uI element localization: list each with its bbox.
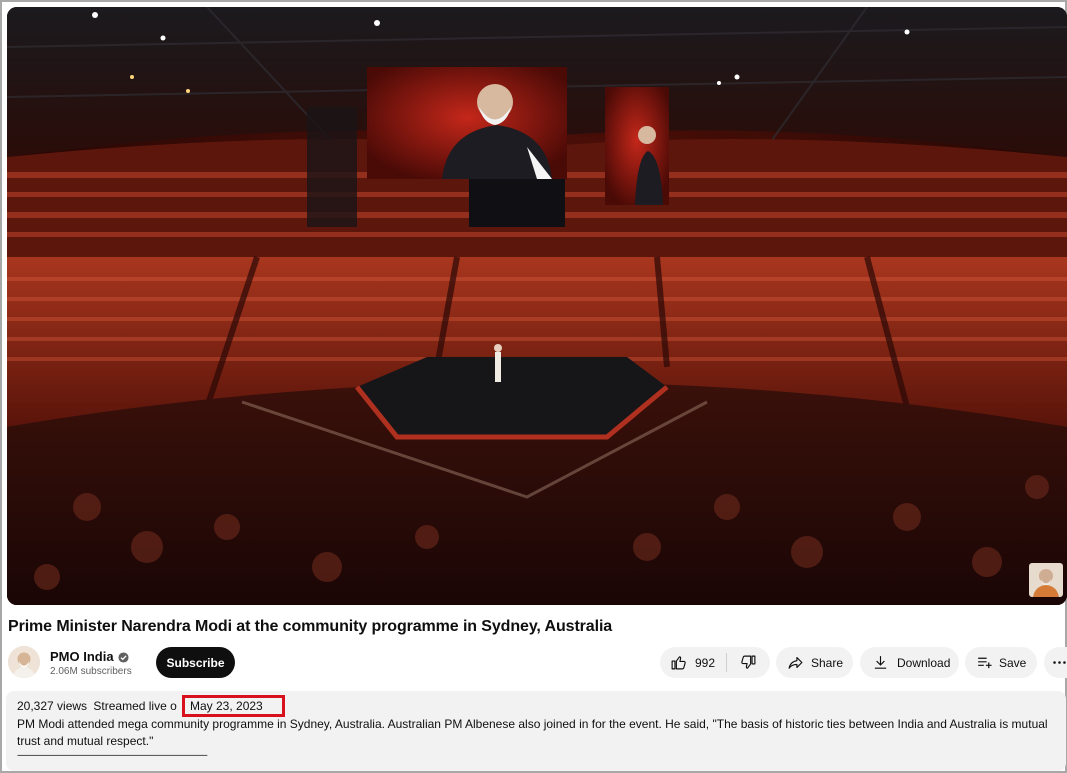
dislike-button[interactable]: [727, 647, 770, 678]
video-frame: [7, 7, 1067, 605]
thumb-down-icon: [740, 654, 757, 671]
view-count: 20,327 views: [17, 699, 88, 713]
streamed-label: Streamed live o: [93, 699, 177, 713]
channel-avatar[interactable]: [8, 646, 40, 678]
like-button[interactable]: 992: [660, 647, 726, 678]
channel-watermark-avatar[interactable]: [1029, 563, 1063, 597]
video-title: Prime Minister Narendra Modi at the comm…: [8, 618, 613, 635]
browser-frame: Prime Minister Narendra Modi at the comm…: [0, 0, 1067, 773]
owner-row: PMO India 2.06M subscribers Subscribe 99…: [8, 646, 1067, 680]
share-arrow-icon: [787, 654, 804, 671]
description-text: PM Modi attended mega community programm…: [17, 717, 1048, 748]
channel-name[interactable]: PMO India: [50, 649, 114, 664]
more-horizontal-icon: [1051, 654, 1067, 671]
thumb-up-icon: [670, 654, 687, 671]
like-dislike-group: 992: [660, 647, 770, 678]
description-meta: 20,327 views Streamed live o May 23, 202…: [17, 695, 1055, 717]
like-count: 992: [695, 655, 716, 670]
subscriber-count: 2.06M subscribers: [50, 666, 132, 677]
download-label: Download: [897, 655, 951, 670]
video-player[interactable]: [7, 7, 1067, 605]
more-actions-button[interactable]: [1044, 647, 1067, 678]
subscribe-button[interactable]: Subscribe: [156, 647, 235, 678]
channel-name-link[interactable]: PMO India: [50, 649, 129, 664]
download-button[interactable]: Download: [860, 647, 959, 678]
stream-date-highlight: May 23, 2023: [182, 695, 285, 717]
check-circle-icon: [118, 651, 129, 663]
save-button[interactable]: Save: [965, 647, 1037, 678]
share-button[interactable]: Share: [776, 647, 853, 678]
description-separator: ----------------------------------------…: [17, 750, 208, 760]
download-icon: [872, 654, 889, 671]
playlist-add-icon: [976, 654, 993, 671]
save-label: Save: [999, 655, 1027, 670]
description-box[interactable]: 20,327 views Streamed live o May 23, 202…: [6, 691, 1066, 771]
share-label: Share: [811, 655, 844, 670]
